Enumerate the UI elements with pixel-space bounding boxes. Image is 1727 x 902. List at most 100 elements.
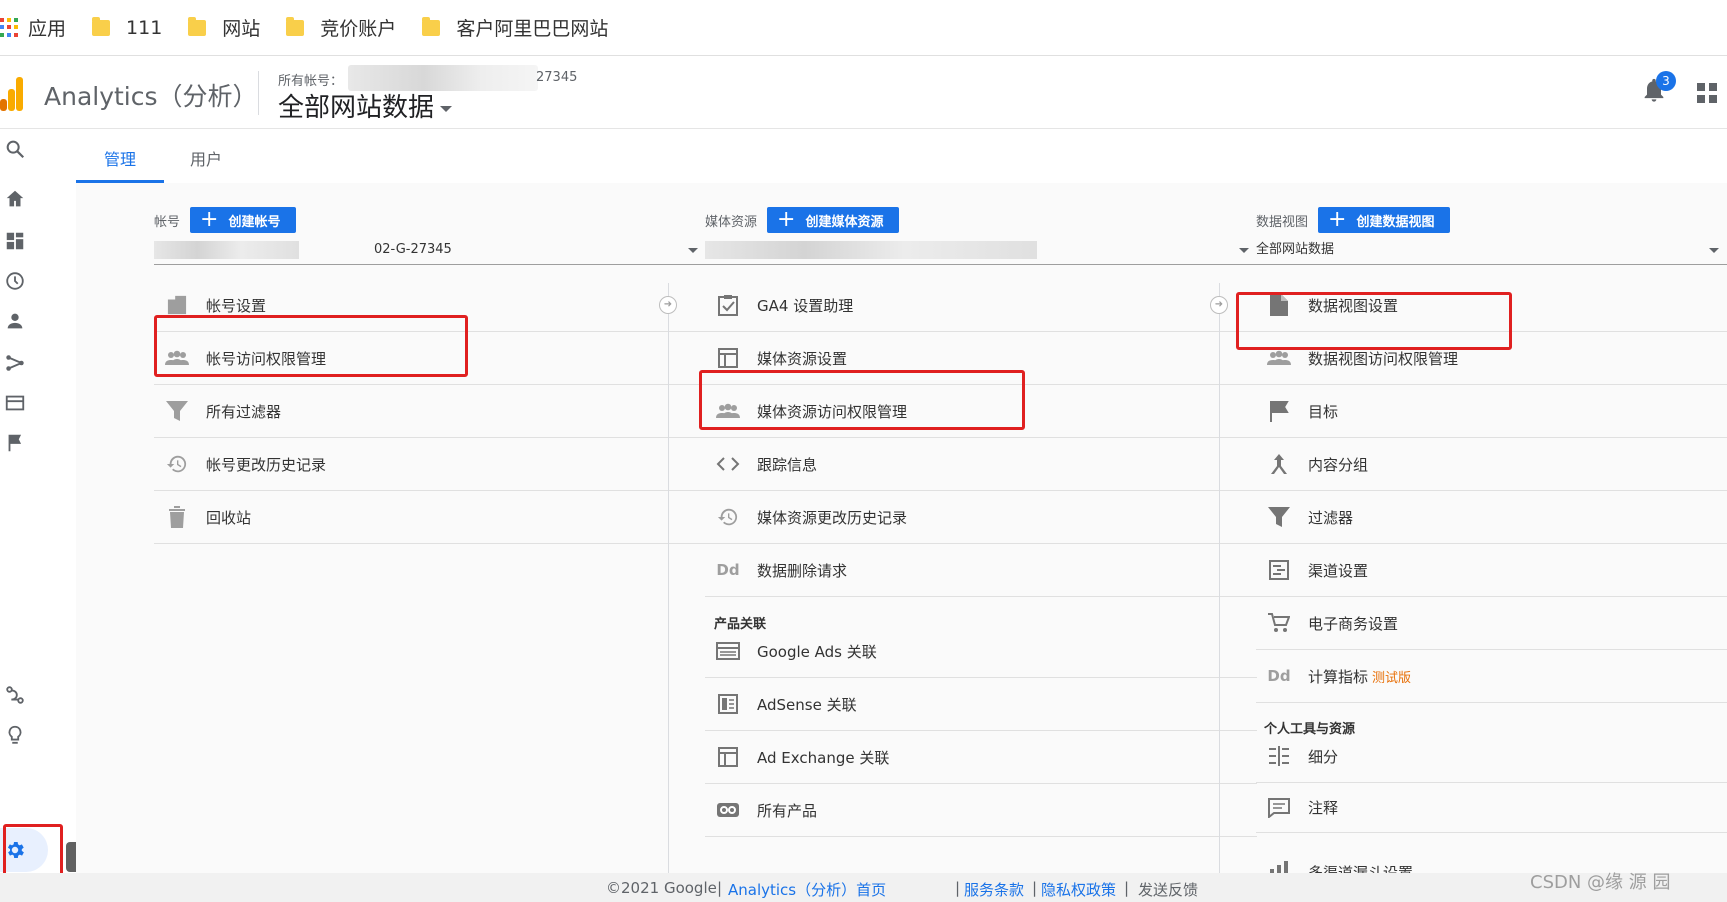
footer-analytics-home-link[interactable]: Analytics（分析）首页 (728, 879, 886, 900)
person-icon[interactable] (4, 310, 26, 332)
page-footer: ©2021 Google | Analytics（分析）首页 | 服务条款 | … (0, 873, 1727, 902)
redacted-property (705, 241, 1037, 259)
app-header: Analytics（分析） 所有帐号： 27345 全部网站数据 3 (0, 57, 1727, 129)
beta-badge: 测试版 (1372, 670, 1412, 686)
filter-icon (164, 399, 190, 423)
create-property-button[interactable]: + 创建媒体资源 (767, 207, 900, 233)
arrow-right-icon: ➜ (659, 296, 677, 314)
code-icon (715, 452, 741, 476)
home-icon[interactable] (4, 188, 26, 210)
view-item-calculated-metrics[interactable]: Dd 计算指标 测试版 (1256, 650, 1727, 703)
property-selector[interactable] (705, 235, 1257, 265)
property-item-ga4-assistant[interactable]: GA4 设置助理 (705, 279, 1257, 332)
footer-copyright: ©2021 Google (606, 879, 717, 897)
building-icon (164, 293, 190, 317)
view-item-funnel[interactable]: 多渠道漏斗设置 (1256, 833, 1727, 873)
highlight-admin-box (3, 824, 63, 880)
footer-terms-link[interactable]: 服务条款 (964, 879, 1024, 900)
bookmark-folder-2[interactable]: 网站 (188, 14, 260, 41)
view-column-header: 数据视图 + 创建数据视图 (1256, 207, 1451, 233)
acquisition-icon[interactable] (4, 352, 26, 374)
highlight-account-access (154, 315, 468, 377)
view-label: 数据视图 (1256, 214, 1309, 230)
flag-icon (1266, 399, 1292, 423)
view-item-segments[interactable]: 细分 (1256, 730, 1727, 783)
property-item-adsense[interactable]: AdSense 关联 (705, 678, 1257, 731)
caret-down-icon (440, 105, 453, 112)
property-item-history[interactable]: 媒体资源更改历史记录 (705, 491, 1257, 544)
tab-users[interactable]: 用户 (190, 146, 222, 170)
account-item-trash[interactable]: 回收站 (154, 491, 706, 544)
dropdown-arrow-icon (1239, 248, 1249, 253)
account-selector[interactable]: 02-G-27345 (154, 235, 706, 265)
left-navigation (0, 130, 76, 902)
property-item-adexchange[interactable]: Ad Exchange 关联 (705, 731, 1257, 784)
adexchange-icon (715, 745, 741, 769)
dashboard-icon[interactable] (4, 230, 26, 252)
redacted-account (154, 241, 299, 259)
view-item-channel[interactable]: 渠道设置 (1256, 544, 1727, 597)
account-selector-value: 02-G-27345 (374, 242, 452, 257)
footer-privacy-link[interactable]: 隐私权政策 (1041, 879, 1116, 900)
view-item-ecommerce[interactable]: 电子商务设置 (1256, 597, 1727, 650)
highlight-property-access (699, 370, 1025, 430)
footer-feedback-link[interactable]: 发送反馈 (1138, 879, 1198, 900)
conversion-flag-icon[interactable] (4, 432, 26, 454)
bookmark-folder-3[interactable]: 竞价账户 (286, 14, 396, 41)
folder-icon (92, 16, 111, 36)
column-divider (1219, 283, 1220, 873)
view-selector[interactable]: 全部网站数据 (278, 87, 453, 124)
view-selector-dropdown[interactable]: 全部网站数据 (1256, 235, 1727, 265)
tab-admin[interactable]: 管理 (104, 146, 136, 170)
adsense-icon (715, 692, 741, 716)
view-item-filters[interactable]: 过滤器 (1256, 491, 1727, 544)
highlight-view-access (1236, 292, 1512, 350)
history-icon (164, 452, 190, 476)
apps-grid-icon[interactable] (0, 17, 20, 38)
account-label: 帐号 (154, 214, 181, 230)
search-icon[interactable] (4, 138, 26, 160)
view-item-goals[interactable]: 目标 (1256, 385, 1727, 438)
checklist-icon (715, 293, 741, 317)
arrow-right-icon: ➜ (1210, 296, 1228, 314)
notification-badge: 3 (1656, 71, 1676, 91)
footer-separator: | (1032, 879, 1038, 897)
dropdown-arrow-icon (688, 248, 698, 253)
apps-switcher-icon[interactable] (1697, 83, 1717, 103)
create-account-button[interactable]: + 创建帐号 (190, 207, 297, 233)
account-item-filters[interactable]: 所有过滤器 (154, 385, 706, 438)
clock-icon[interactable] (4, 270, 26, 292)
account-column-header: 帐号 + 创建帐号 (154, 207, 297, 233)
csdn-watermark: CSDN @缘 源 园 (1530, 872, 1671, 893)
footer-separator: | (955, 879, 961, 897)
admin-main: 帐号 + 创建帐号 02-G-27345 帐号设置 帐号访问权限管理 所有过滤器 … (76, 183, 1727, 873)
account-id-suffix: 27345 (536, 70, 578, 85)
property-item-google-ads[interactable]: Google Ads 关联 (705, 625, 1257, 678)
admin-tabs: 管理 用户 (76, 130, 1727, 182)
bookmark-apps[interactable]: 应用 (28, 14, 66, 41)
bookmark-folder-4[interactable]: 客户阿里巴巴网站 (422, 14, 608, 41)
property-item-tracking[interactable]: 跟踪信息 (705, 438, 1257, 491)
annotation-icon (1266, 796, 1292, 820)
app-name: Analytics（分析） (44, 82, 258, 111)
lightbulb-icon[interactable] (4, 724, 26, 746)
account-item-history[interactable]: 帐号更改历史记录 (154, 438, 706, 491)
column-divider (668, 283, 669, 873)
cart-icon (1266, 611, 1292, 635)
view-title: 全部网站数据 (278, 93, 435, 123)
header-divider (258, 71, 259, 115)
behavior-icon[interactable] (4, 392, 26, 414)
analytics-logo-icon[interactable] (0, 77, 24, 111)
property-item-all-products[interactable]: 所有产品 (705, 784, 1257, 837)
property-item-deletion[interactable]: Dd 数据删除请求 (705, 544, 1257, 597)
create-view-button[interactable]: + 创建数据视图 (1318, 207, 1451, 233)
ads-icon (715, 639, 741, 663)
attribution-icon[interactable] (4, 684, 26, 706)
link-icon (715, 798, 741, 822)
view-item-content-group[interactable]: 内容分组 (1256, 438, 1727, 491)
bookmark-folder-1[interactable]: 111 (92, 16, 162, 39)
segment-icon (1266, 744, 1292, 768)
channel-icon (1266, 558, 1292, 582)
property-column-header: 媒体资源 + 创建媒体资源 (705, 207, 900, 233)
view-item-annotations[interactable]: 注释 (1256, 783, 1727, 833)
